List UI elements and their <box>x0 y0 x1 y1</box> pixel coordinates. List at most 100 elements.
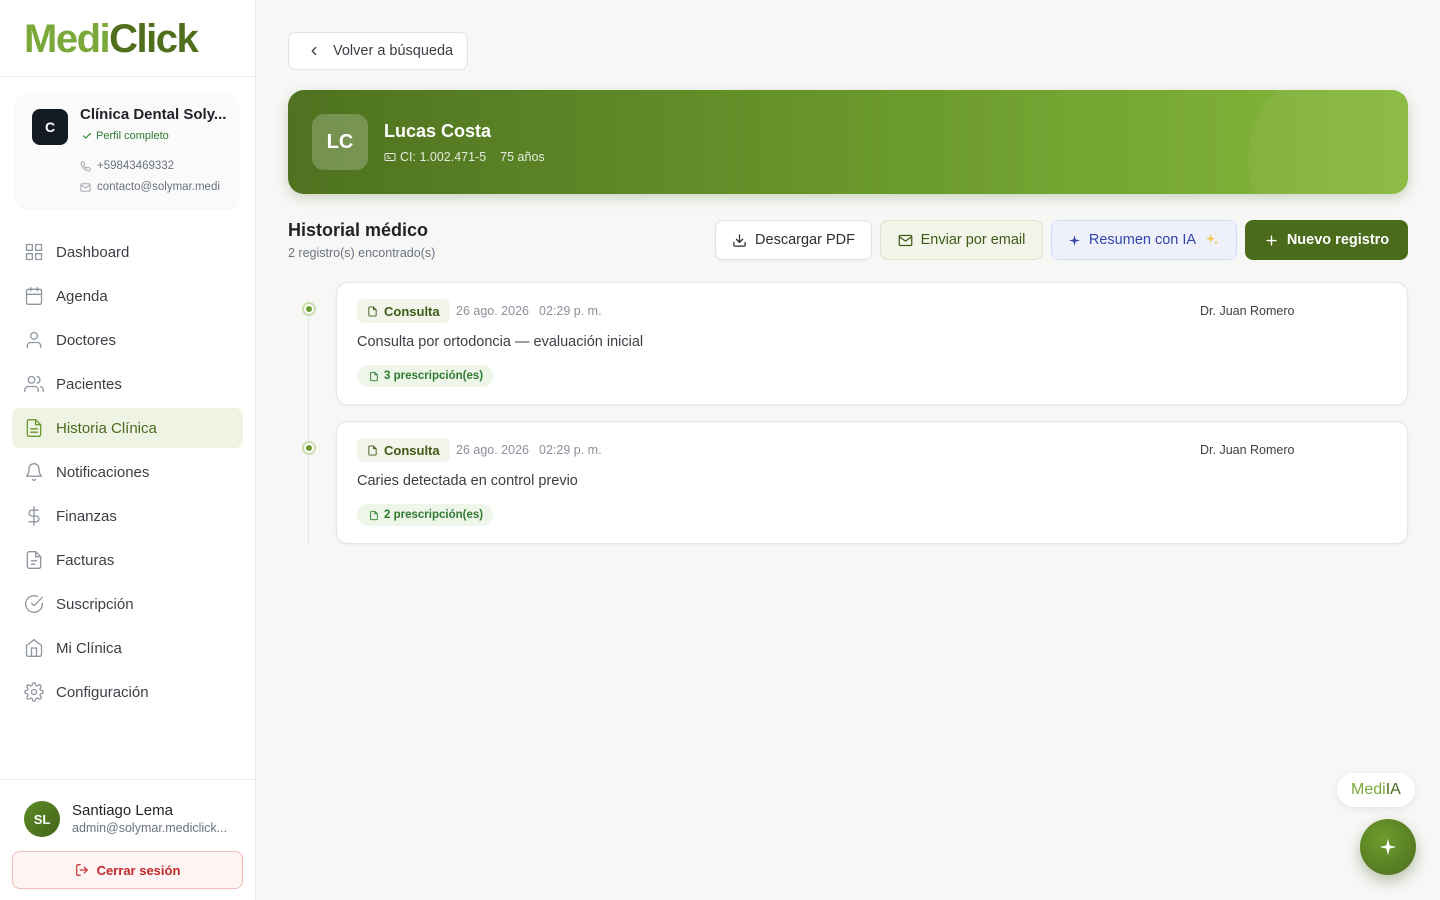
record-type-label: Consulta <box>384 442 440 458</box>
document-icon <box>368 305 377 317</box>
sidebar-item-label: Doctores <box>56 331 117 349</box>
logout-icon <box>75 864 88 876</box>
clinic-name: Clínica Dental Soly... <box>80 106 227 123</box>
page-title: Historial médico <box>288 220 429 240</box>
prescription-icon <box>370 371 378 381</box>
send-email-label: Enviar por email <box>920 232 1026 248</box>
sidebar-item-notificaciones[interactable]: Notificaciones <box>12 452 243 492</box>
record-description: Caries detectada en control previo <box>357 473 578 489</box>
sidebar-item-configuracion[interactable]: Configuración <box>12 672 243 712</box>
assistant-label-part2: IA <box>1385 781 1401 798</box>
logo-part-click: Click <box>109 17 199 61</box>
download-pdf-button[interactable]: Descargar PDF <box>715 220 872 260</box>
sparkles-emoji-icon <box>1206 233 1219 245</box>
download-icon <box>733 233 746 247</box>
sidebar-item-finanzas[interactable]: Finanzas <box>12 496 243 536</box>
back-to-search-button[interactable]: Volver a búsqueda <box>288 32 468 70</box>
record-doctor: Dr. Juan Romero <box>1200 304 1295 318</box>
timeline-dot <box>302 302 316 316</box>
ai-summary-button[interactable]: Resumen con IA <box>1051 220 1237 260</box>
sidebar-item-label: Notificaciones <box>56 463 150 481</box>
bell-icon <box>25 463 43 481</box>
clinic-phone-text: +59843469332 <box>97 160 175 172</box>
sidebar-item-mi-clinica[interactable]: Mi Clínica <box>12 628 243 668</box>
assistant-fab-button[interactable] <box>1360 819 1416 875</box>
medical-record-card[interactable]: Consulta 26 ago. 2026 02:29 p. m. Dr. Ju… <box>336 282 1408 405</box>
sidebar-item-label: Suscripción <box>56 595 134 613</box>
patient-avatar: LC <box>312 114 368 170</box>
id-card-icon <box>384 153 396 161</box>
dollar-icon <box>28 506 40 526</box>
sidebar-item-label: Pacientes <box>56 375 122 393</box>
clinic-phone: +59843469332 <box>80 160 230 172</box>
timeline-dot <box>302 441 316 455</box>
sidebar-item-label: Dashboard <box>56 243 130 261</box>
chevron-left-icon <box>311 46 317 56</box>
clinic-card[interactable]: C Clínica Dental Soly... Perfil completo… <box>16 94 238 208</box>
sidebar-item-historia-clinica[interactable]: Historia Clínica <box>12 408 243 448</box>
record-time: 02:29 p. m. <box>539 304 602 318</box>
mail-icon <box>80 182 91 192</box>
app-logo[interactable]: MediClick <box>0 0 255 77</box>
file-text-icon <box>26 419 42 437</box>
mail-icon <box>898 234 912 246</box>
sidebar-item-pacientes[interactable]: Pacientes <box>12 364 243 404</box>
sidebar-item-dashboard[interactable]: Dashboard <box>12 232 243 272</box>
sidebar-item-facturas[interactable]: Facturas <box>12 540 243 580</box>
check-circle-icon <box>25 595 43 613</box>
clinic-email: contacto@solymar.medi <box>80 181 230 193</box>
phone-icon <box>80 160 91 171</box>
sidebar-item-doctores[interactable]: Doctores <box>12 320 243 360</box>
sidebar-item-label: Facturas <box>56 551 115 569</box>
medical-record-card[interactable]: Consulta 26 ago. 2026 02:29 p. m. Dr. Ju… <box>336 421 1408 544</box>
records-count: 2 registro(s) encontrado(s) <box>288 246 436 260</box>
sidebar-item-suscripcion[interactable]: Suscripción <box>12 584 243 624</box>
prescriptions-label: 2 prescripción(es) <box>384 509 484 521</box>
record-type-label: Consulta <box>384 303 440 319</box>
record-doctor: Dr. Juan Romero <box>1200 443 1295 457</box>
clinic-email-text: contacto@solymar.medi <box>97 181 220 193</box>
prescriptions-badge[interactable]: 3 prescripción(es) <box>357 365 494 387</box>
prescriptions-label: 3 prescripción(es) <box>384 370 484 382</box>
sidebar-nav: Dashboard Agenda Doctores Pacientes Hist… <box>12 232 243 716</box>
logo-part-medi: Medi <box>24 17 111 61</box>
prescriptions-badge[interactable]: 2 prescripción(es) <box>357 504 494 526</box>
sidebar-item-label: Historia Clínica <box>56 419 157 437</box>
sidebar-item-label: Agenda <box>56 287 108 305</box>
sidebar-item-label: Mi Clínica <box>56 639 122 657</box>
patient-name: Lucas Costa <box>384 121 492 141</box>
logout-button[interactable]: Cerrar sesión <box>12 851 243 889</box>
sidebar-item-label: Configuración <box>56 683 149 701</box>
ai-summary-label: Resumen con IA <box>1088 232 1197 248</box>
plus-icon <box>1266 234 1277 246</box>
sparkle-icon <box>1379 838 1397 856</box>
record-type-badge: Consulta <box>357 438 450 462</box>
back-label: Volver a búsqueda <box>333 43 454 59</box>
user-name: Santiago Lema <box>72 802 173 819</box>
clinic-avatar: C <box>32 109 68 145</box>
download-pdf-label: Descargar PDF <box>755 232 855 248</box>
assistant-label-bubble[interactable]: Medi IA <box>1337 773 1415 807</box>
record-type-badge: Consulta <box>357 299 450 323</box>
new-record-button[interactable]: Nuevo registro <box>1245 220 1408 260</box>
patient-ci: CI: 1.002.471-5 <box>400 150 487 164</box>
home-icon <box>25 639 43 657</box>
record-description: Consulta por ortodoncia — evaluación ini… <box>357 334 644 350</box>
patient-age: 75 años <box>500 150 545 164</box>
user-section: SL Santiago Lema admin@solymar.mediclick… <box>0 779 255 900</box>
send-email-button[interactable]: Enviar por email <box>880 220 1043 260</box>
user-email: admin@solymar.mediclick... <box>72 821 228 835</box>
record-time: 02:29 p. m. <box>539 443 602 457</box>
record-date: 26 ago. 2026 <box>456 304 529 318</box>
patient-meta: CI: 1.002.471-5 75 años <box>384 150 545 164</box>
invoice-icon <box>26 551 42 569</box>
timeline-line <box>308 300 309 545</box>
sidebar: MediClick C Clínica Dental Soly... Perfi… <box>0 0 256 900</box>
assistant-label-part1: Medi <box>1351 781 1386 798</box>
calendar-icon <box>25 287 43 305</box>
sidebar-item-agenda[interactable]: Agenda <box>12 276 243 316</box>
avatar: SL <box>24 801 60 837</box>
profile-complete-badge: Perfil completo <box>82 130 169 142</box>
sparkle-icon <box>1068 234 1080 246</box>
logout-label: Cerrar sesión <box>96 862 181 878</box>
